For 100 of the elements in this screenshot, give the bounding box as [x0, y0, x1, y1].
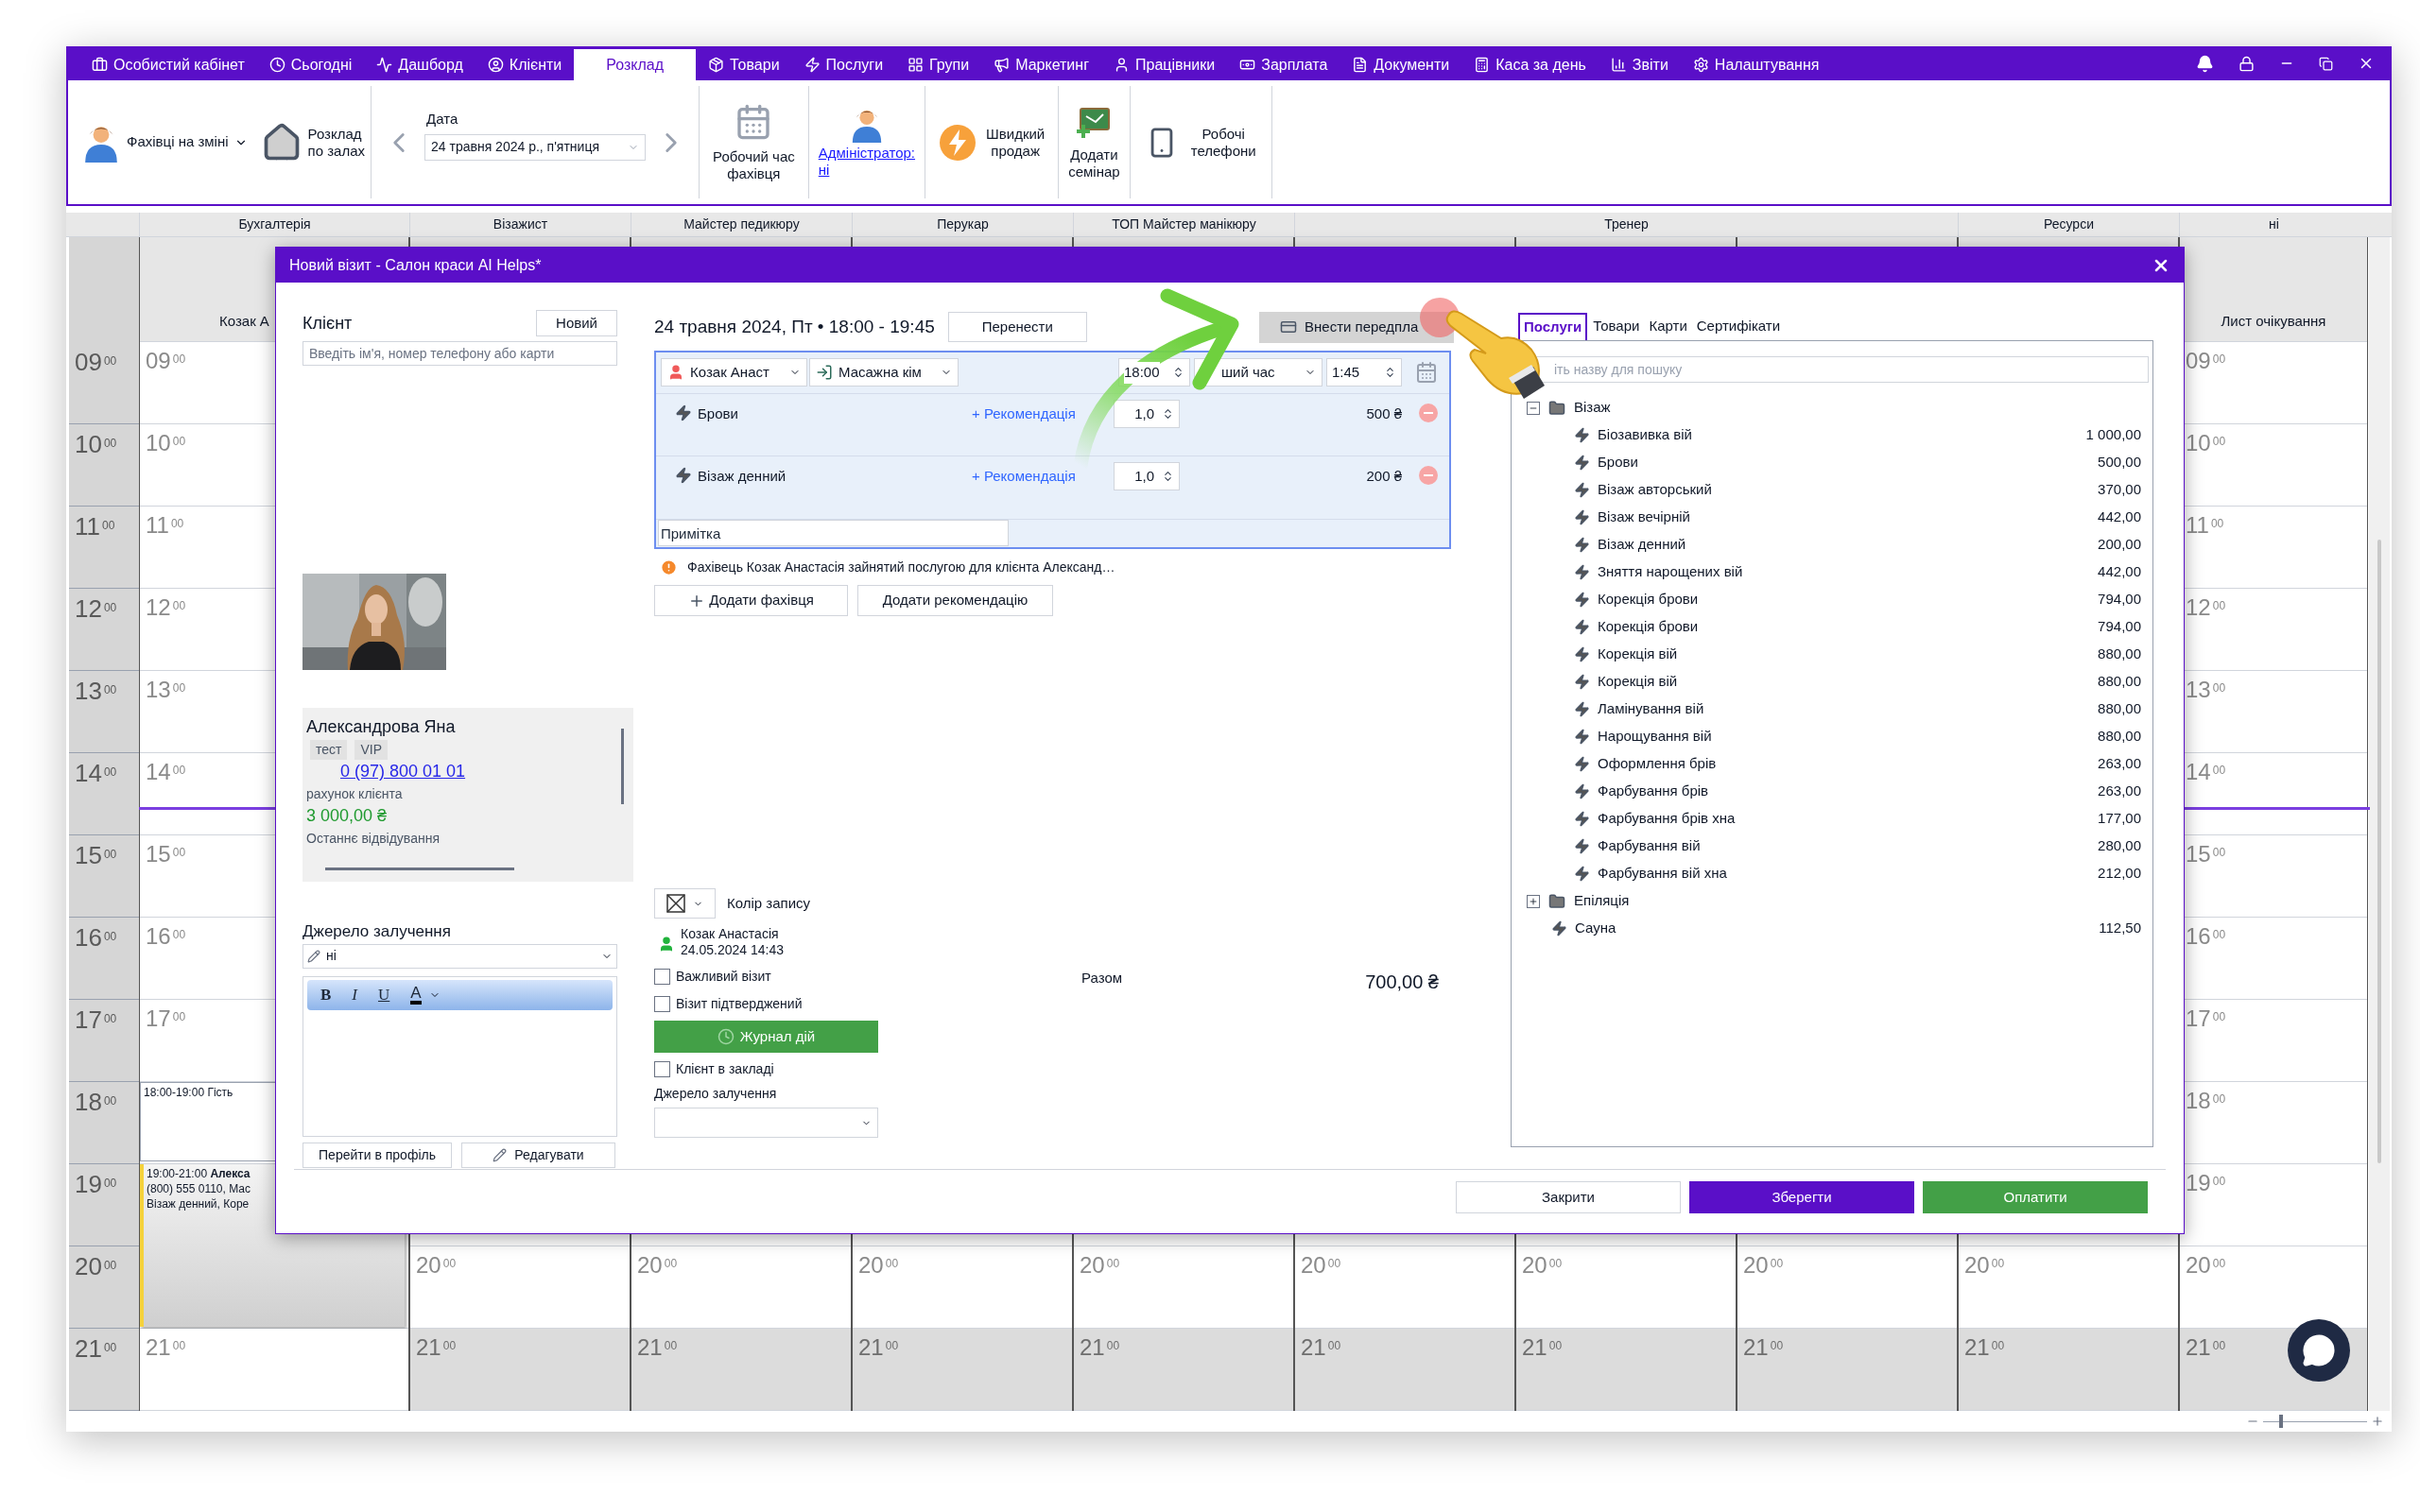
- menu-tab[interactable]: Сьогодні: [256, 49, 365, 80]
- service-item[interactable]: Візаж вечірній 442,00: [1515, 504, 2149, 531]
- menu-tab[interactable]: Каса за день: [1461, 49, 1599, 80]
- service-item[interactable]: Ламінування вій 880,00: [1515, 696, 2149, 723]
- service-name: Корекція вій: [1598, 672, 1678, 692]
- service-item[interactable]: Візаж денний 200,00: [1515, 531, 2149, 558]
- add-specialist-button[interactable]: Додати фахівця: [654, 585, 848, 616]
- time-slot[interactable]: 21$^{00}$: [1295, 1329, 1514, 1411]
- go-to-profile-button[interactable]: Перейти в профіль: [302, 1142, 452, 1168]
- service-item[interactable]: Оформлення брів 263,00: [1515, 750, 2149, 778]
- service-price: 500,00: [2098, 453, 2141, 472]
- time-slot[interactable]: 21$^{00}$: [1959, 1329, 2178, 1411]
- hour-label: 21$^{00}$: [75, 1334, 117, 1363]
- service-item[interactable]: Корекція брови 794,00: [1515, 586, 2149, 613]
- service-name: Фарбування вій хна: [1598, 864, 1727, 884]
- hour-label: 09$^{00}$: [146, 348, 186, 373]
- administrator-link[interactable]: Адміністратор: ні: [818, 144, 916, 179]
- hour-label: 11$^{00}$: [2186, 512, 2224, 538]
- catalog-tab[interactable]: Товари: [1589, 313, 1644, 340]
- service-item[interactable]: Зняття нарощених вій 442,00: [1515, 558, 2149, 586]
- appointment-text: 18:00-19:00 Гість: [144, 1085, 233, 1100]
- menu-tab[interactable]: Розклад: [574, 49, 697, 80]
- add-recommendation-button[interactable]: Додати рекомендацію: [857, 585, 1053, 616]
- menu-tab[interactable]: Дашборд: [364, 49, 475, 80]
- group-header: ТОП Майстер манікюру: [1073, 213, 1294, 236]
- service-item[interactable]: Сауна 112,50: [1515, 915, 2149, 942]
- time-slot[interactable]: 21$^{00}$: [631, 1329, 851, 1411]
- work-hours-button[interactable]: Робочий час фахівця: [700, 80, 808, 204]
- date-select[interactable]: 24 травня 2024 р., п'ятниця: [424, 133, 647, 161]
- menu-tab[interactable]: Документи: [1340, 49, 1462, 80]
- menu-tab[interactable]: Особистий кабінет: [79, 49, 257, 80]
- hour-label: 15$^{00}$: [2186, 841, 2226, 867]
- new-client-button[interactable]: Новий: [536, 310, 617, 336]
- folder-item[interactable]: Епіляція: [1515, 887, 2149, 915]
- quantity-spinner[interactable]: 1,0: [1114, 462, 1180, 491]
- catalog-tab[interactable]: Карти: [1645, 313, 1691, 340]
- hour-label: 21$^{00}$: [637, 1334, 678, 1360]
- add-seminar-button[interactable]: Додати семінар: [1059, 80, 1130, 204]
- service-item[interactable]: Фарбування брів 263,00: [1515, 778, 2149, 805]
- hour-label: 20$^{00}$: [1301, 1252, 1341, 1278]
- rooms-schedule-button[interactable]: Розклад по залах: [254, 80, 372, 204]
- service-item[interactable]: Корекція брови 794,00: [1515, 613, 2149, 641]
- folder-item[interactable]: Візаж: [1515, 394, 2149, 421]
- duration-spinner[interactable]: 1:45: [1326, 358, 1402, 387]
- hour-label: 20$^{00}$: [858, 1252, 899, 1278]
- reschedule-button[interactable]: Перенести: [947, 312, 1087, 342]
- staff-on-shift-button[interactable]: Фахівці на зміні: [68, 80, 255, 204]
- appointment-text: 19:00-21:00 Алекса: [147, 1166, 251, 1181]
- menu-tab[interactable]: Зарплата: [1227, 49, 1340, 80]
- room-select[interactable]: Масажна кім: [809, 358, 959, 387]
- hour-label: 11$^{00}$: [146, 512, 184, 538]
- menu-tab[interactable]: Товари: [696, 49, 792, 80]
- menu-tab[interactable]: Працівники: [1101, 49, 1228, 80]
- client-search-field[interactable]: Введіть ім'я, номер телефону або карти: [302, 341, 617, 366]
- service-item[interactable]: Візаж авторський 370,00: [1515, 476, 2149, 504]
- recommendation-link[interactable]: + Рекомендація: [972, 466, 1114, 488]
- service-item[interactable]: Корекція вій 880,00: [1515, 641, 2149, 668]
- service-item[interactable]: Біозавивка вій 1 000,00: [1515, 421, 2149, 449]
- service-item[interactable]: Фарбування вій 280,00: [1515, 833, 2149, 860]
- catalog-tab[interactable]: Сертифікати: [1692, 313, 1785, 340]
- menu-tab[interactable]: Клієнти: [475, 49, 575, 80]
- account-label: рахунок клієнта: [306, 785, 404, 803]
- format-button[interactable]: A: [410, 985, 422, 1005]
- service-item[interactable]: Фарбування вій хна 212,00: [1515, 860, 2149, 887]
- edit-button[interactable]: Редагувати: [461, 1142, 615, 1168]
- service-item[interactable]: Нарощування вій 880,00: [1515, 723, 2149, 750]
- time-slot[interactable]: 21$^{00}$: [853, 1329, 1072, 1411]
- menu-tab[interactable]: Налаштування: [1680, 49, 1832, 80]
- time-slot[interactable]: 21$^{00}$: [1516, 1329, 1736, 1411]
- service-name: Брови: [1598, 453, 1638, 472]
- hour-label: 13$^{00}$: [75, 677, 117, 705]
- note-field[interactable]: Примітка: [658, 520, 1009, 546]
- group-header: Бухгалтерія: [139, 213, 409, 236]
- quick-sale-button[interactable]: Швидкий продаж: [925, 80, 1059, 204]
- start-time-spinner[interactable]: 18:00: [1118, 358, 1190, 387]
- close-button[interactable]: Закрити: [1456, 1181, 1681, 1213]
- save-button[interactable]: Зберегти: [1689, 1181, 1914, 1213]
- staff-select[interactable]: Козак Анаст: [661, 358, 807, 387]
- hour-label: 10$^{00}$: [2186, 430, 2226, 455]
- catalog-tab[interactable]: Послуги: [1518, 313, 1588, 340]
- hour-label: 13$^{00}$: [146, 677, 186, 702]
- source-select[interactable]: ні: [302, 943, 617, 969]
- service-item[interactable]: Корекція вій 880,00: [1515, 668, 2149, 696]
- menu-tab[interactable]: Маркетинг: [981, 49, 1101, 80]
- section-title: Клієнт: [302, 312, 353, 335]
- recommendation-link[interactable]: + Рекомендація: [972, 403, 1114, 425]
- prepayment-button[interactable]: Внести передпла: [1259, 311, 1454, 343]
- service-name: Корекція брови: [1598, 617, 1699, 637]
- service-item[interactable]: Брови 500,00: [1515, 449, 2149, 476]
- work-phones-button[interactable]: Робочі телефони: [1130, 80, 1271, 204]
- group-header: Перукар: [852, 213, 1073, 236]
- time-slot[interactable]: 21$^{00}$: [410, 1329, 630, 1411]
- menu-tab[interactable]: Послуги: [791, 49, 896, 80]
- service-item[interactable]: Фарбування брів хна 177,00: [1515, 805, 2149, 833]
- service-name: Візаж денний: [1598, 535, 1686, 555]
- menu-tab[interactable]: Групи: [895, 49, 982, 80]
- time-slot[interactable]: 21$^{00}$: [1074, 1329, 1293, 1411]
- menu-tab[interactable]: Звіти: [1598, 49, 1681, 80]
- quantity-spinner[interactable]: 1,0: [1114, 399, 1180, 428]
- time-slot[interactable]: 21$^{00}$: [1737, 1329, 1957, 1411]
